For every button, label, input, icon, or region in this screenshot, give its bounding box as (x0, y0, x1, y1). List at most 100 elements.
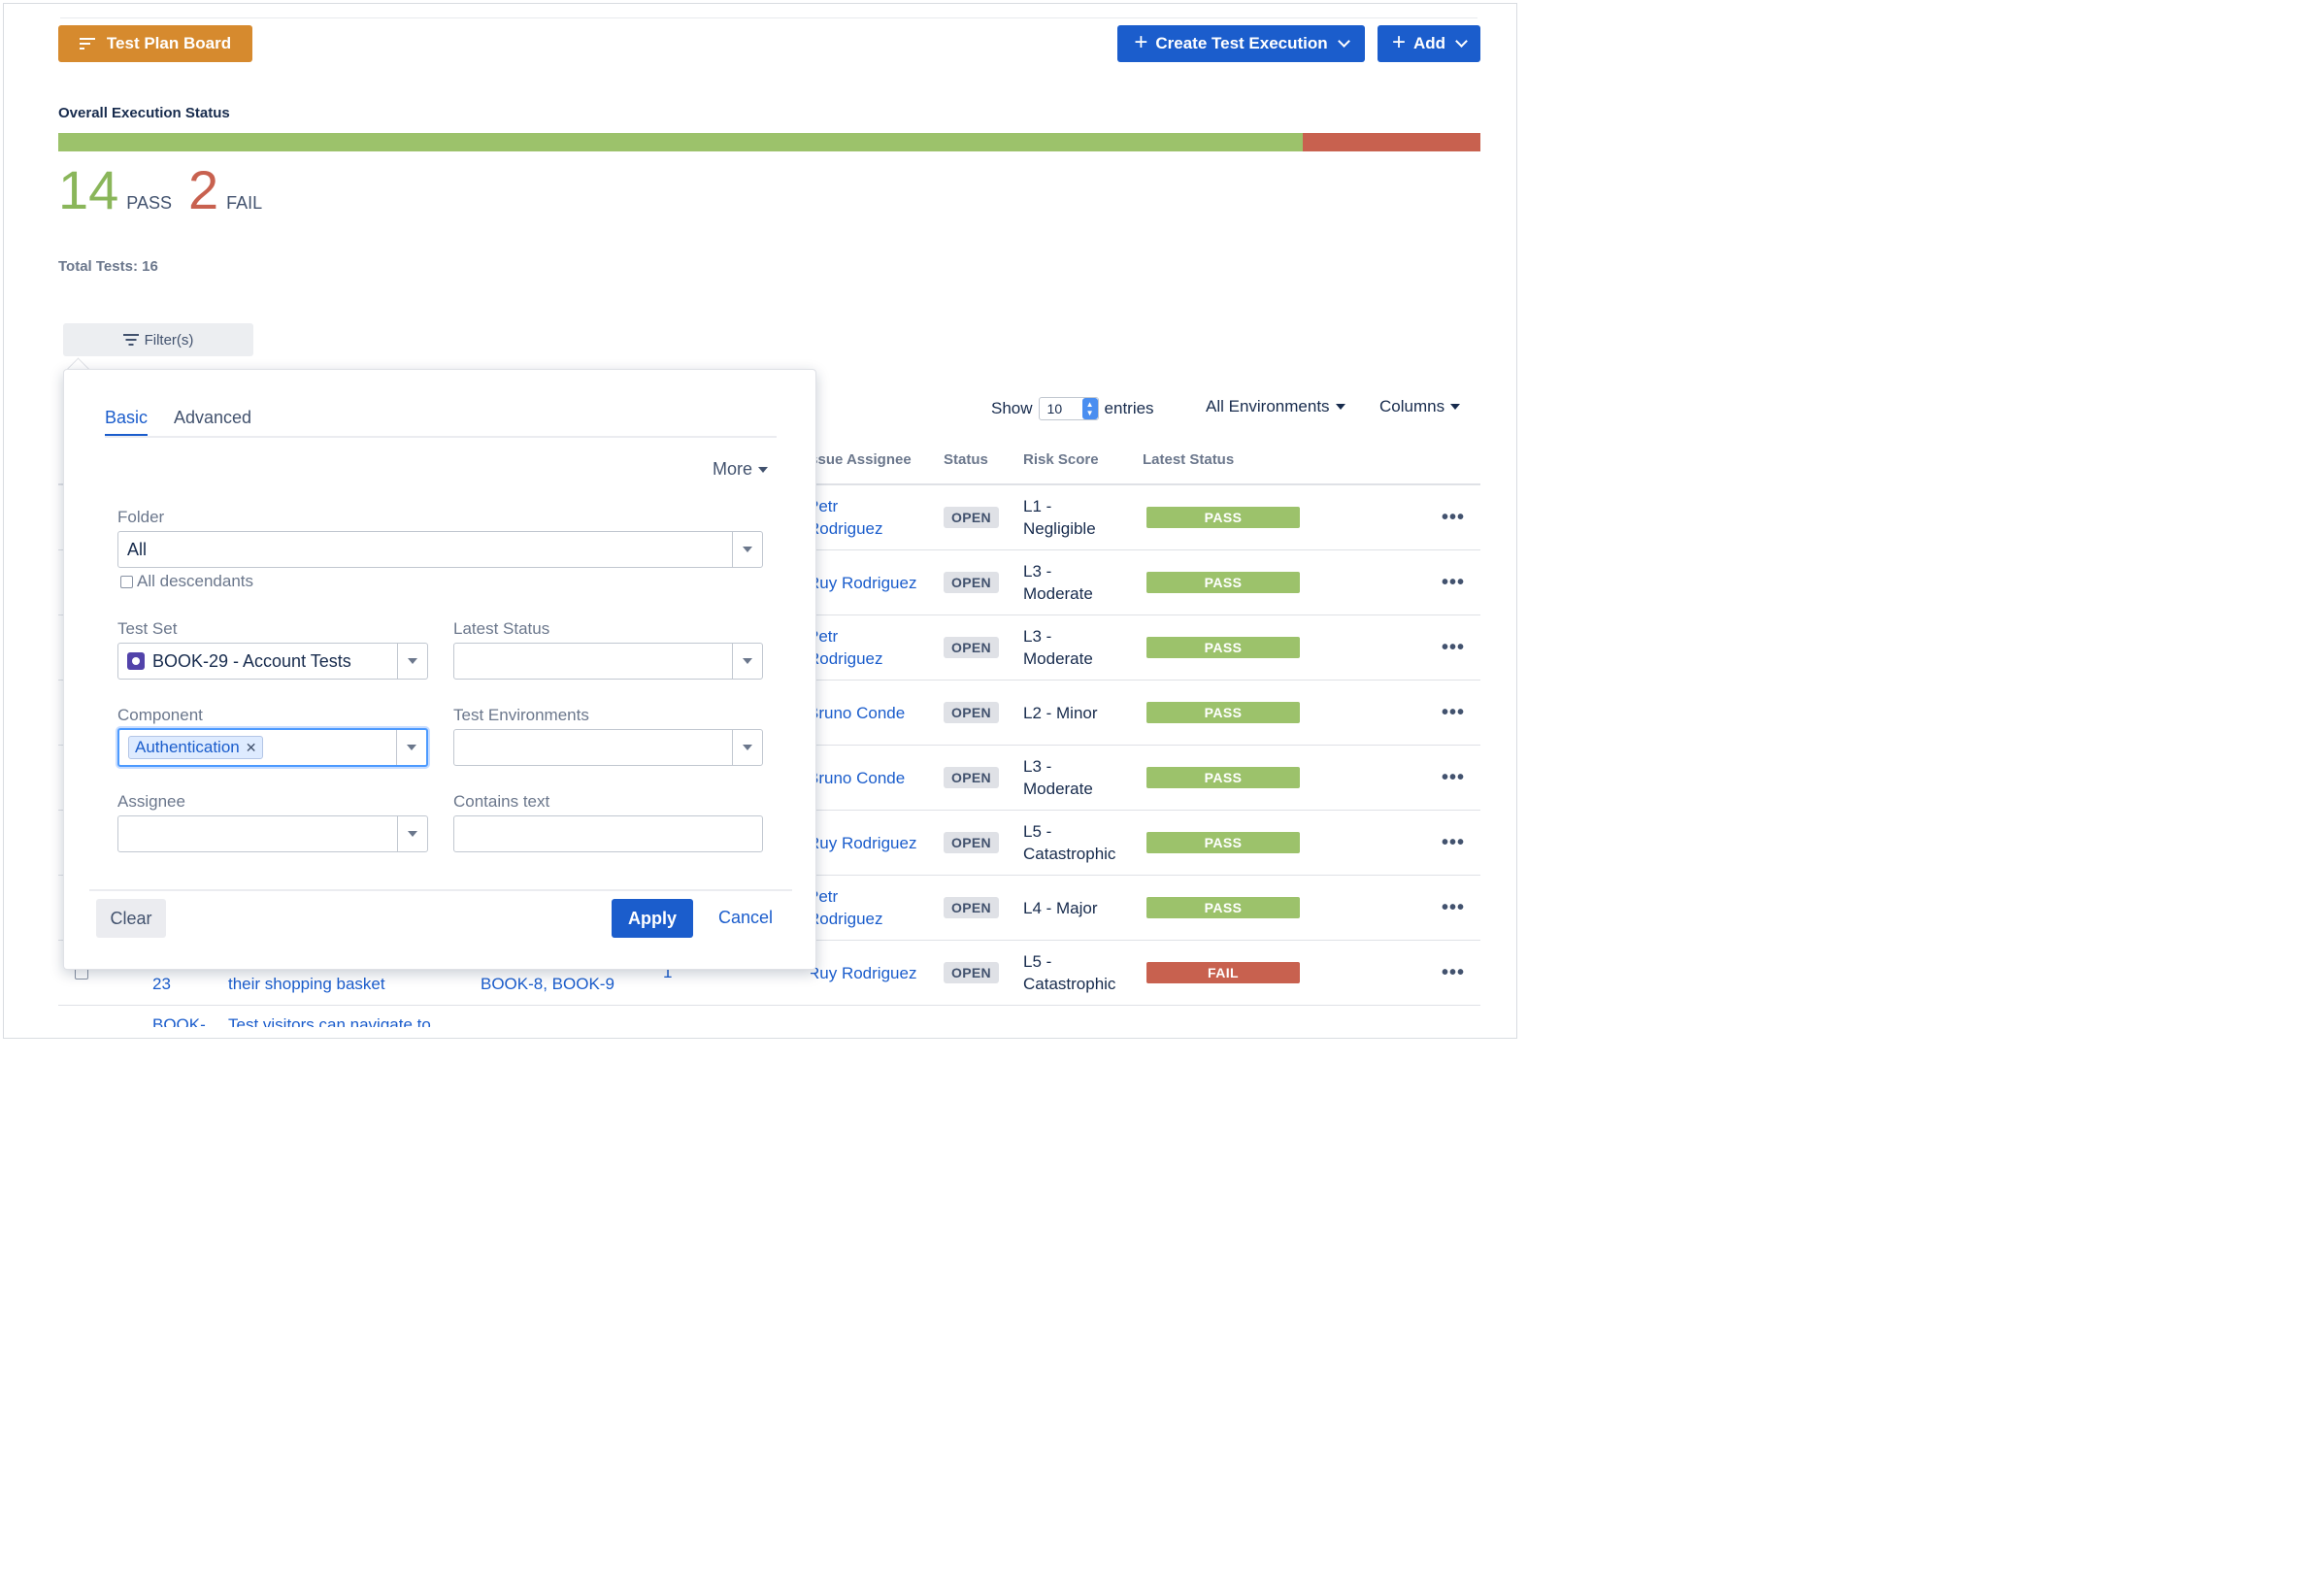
clear-button[interactable]: Clear (96, 899, 166, 938)
caret-down-icon (758, 466, 769, 473)
apply-button[interactable]: Apply (612, 899, 693, 938)
status-cell: OPEN (944, 615, 999, 680)
latest-status-badge: PASS (1146, 702, 1300, 723)
environments-dropdown[interactable]: All Environments (1206, 397, 1345, 416)
all-descendants-checkbox[interactable] (120, 575, 133, 588)
assignee-cell[interactable]: Bruno Conde (811, 746, 937, 810)
status-badge: OPEN (944, 832, 999, 853)
contains-text-input[interactable] (453, 815, 763, 852)
filters-button[interactable]: Filter(s) (63, 323, 253, 356)
latest-status-cell: PASS (1146, 550, 1300, 614)
component-tag[interactable]: Authentication ✕ (128, 736, 264, 759)
show-label: Show (991, 399, 1033, 417)
row-actions-icon[interactable]: ••• (1442, 485, 1465, 549)
assignee-cell[interactable]: Ruy Rodriguez (811, 941, 937, 1005)
status-cell: OPEN (944, 811, 999, 875)
filter-footer-divider (89, 889, 792, 891)
assignee-cell[interactable]: Ruy Rodriguez (811, 811, 937, 875)
assignee-cell[interactable]: Ruy Rodriguez (811, 550, 937, 614)
header-latest-status[interactable]: Latest Status (1143, 451, 1234, 468)
component-tag-label: Authentication (135, 738, 240, 756)
columns-dropdown[interactable]: Columns (1379, 397, 1461, 416)
tab-basic[interactable]: Basic (105, 408, 149, 436)
row-summary-partial[interactable]: their shopping basket (228, 975, 385, 994)
row-actions-icon[interactable]: ••• (1442, 550, 1465, 614)
overall-execution-title: Overall Execution Status (58, 105, 230, 121)
row-key-partial[interactable]: 23 (152, 975, 171, 994)
row-actions-icon[interactable]: ••• (1442, 746, 1465, 810)
filter-panel: Basic Advanced More Folder All All desce… (63, 369, 816, 970)
execution-progress-bar (58, 133, 1480, 151)
latest-status-cell: PASS (1146, 485, 1300, 549)
row-actions-icon[interactable]: ••• (1442, 811, 1465, 875)
assignee-cell[interactable]: Petr Rodriguez (811, 485, 937, 549)
board-icon (79, 38, 95, 50)
progress-pass-segment (58, 133, 1303, 151)
assignee-cell[interactable]: Petr Rodriguez (811, 615, 937, 680)
test-set-icon (127, 652, 145, 670)
test-plan-board-label: Test Plan Board (106, 34, 232, 52)
test-plan-board-button[interactable]: Test Plan Board (58, 25, 252, 62)
latest-status-badge: PASS (1146, 832, 1300, 853)
latest-status-cell: PASS (1146, 876, 1300, 940)
latest-status-badge: PASS (1146, 507, 1300, 528)
caret-down-icon (1450, 404, 1461, 410)
environments-label: All Environments (1206, 397, 1330, 415)
folder-label: Folder (117, 508, 165, 526)
status-badge: OPEN (944, 507, 999, 528)
row-actions-icon[interactable]: ••• (1442, 941, 1465, 1005)
test-plan-page: Test Plan Board + Create Test Execution … (3, 3, 1517, 1039)
tab-advanced[interactable]: Advanced (174, 408, 251, 428)
latest-status-badge: PASS (1146, 637, 1300, 658)
status-badge: OPEN (944, 767, 999, 788)
assignee-label: Assignee (117, 792, 185, 811)
latest-status-cell: PASS (1146, 811, 1300, 875)
test-environments-select[interactable] (453, 729, 763, 766)
plus-icon: + (1134, 29, 1148, 55)
latest-status-select[interactable] (453, 643, 763, 680)
status-cell: OPEN (944, 550, 999, 614)
row-actions-icon[interactable]: ••• (1442, 876, 1465, 940)
all-descendants-label: All descendants (137, 572, 254, 590)
add-label: Add (1412, 34, 1446, 52)
row-key-partial[interactable]: BOOK- (152, 1015, 206, 1027)
assignee-select[interactable] (117, 815, 428, 852)
folder-value: All (127, 539, 148, 559)
close-icon[interactable]: ✕ (246, 740, 257, 756)
status-cell: OPEN (944, 876, 999, 940)
row-summary-partial[interactable]: Test visitors can navigate to (228, 1015, 431, 1027)
assignee-cell[interactable]: Bruno Conde (811, 681, 937, 745)
contains-text-label: Contains text (453, 792, 550, 811)
entries-label: entries (1104, 399, 1154, 417)
risk-cell: L5 - Catastrophic (1023, 952, 1116, 993)
test-environments-label: Test Environments (453, 706, 589, 724)
header-risk-score[interactable]: Risk Score (1023, 451, 1099, 468)
show-entries-control: Show 10 ▲ ▼ entries (991, 397, 1154, 420)
row-actions-icon[interactable]: ••• (1442, 681, 1465, 745)
cancel-button[interactable]: Cancel (718, 908, 773, 928)
folder-select[interactable]: All (117, 531, 763, 568)
test-set-label: Test Set (117, 619, 178, 638)
row-requirements-partial[interactable]: BOOK-8, BOOK-9 (481, 975, 614, 994)
status-badge: OPEN (944, 962, 999, 983)
header-status[interactable]: Status (944, 451, 988, 468)
create-test-execution-button[interactable]: + Create Test Execution (1117, 25, 1365, 62)
add-button[interactable]: + Add (1378, 25, 1480, 62)
caret-down-icon (732, 532, 762, 567)
more-dropdown[interactable]: More (713, 459, 769, 480)
create-test-execution-label: Create Test Execution (1155, 34, 1328, 52)
test-set-value: BOOK-29 - Account Tests (152, 650, 351, 671)
component-select[interactable]: Authentication ✕ (117, 728, 428, 767)
row-actions-icon[interactable]: ••• (1442, 615, 1465, 680)
caret-down-icon (732, 730, 762, 765)
status-cell: OPEN (944, 746, 999, 810)
status-badge: OPEN (944, 637, 999, 658)
pass-count: 14 (58, 159, 119, 220)
header-issue-assignee[interactable]: Issue Assignee (806, 451, 927, 468)
entries-select[interactable]: 10 ▲ ▼ (1038, 397, 1099, 420)
test-set-select[interactable]: BOOK-29 - Account Tests (117, 643, 428, 680)
all-descendants-option[interactable]: All descendants (120, 572, 253, 591)
assignee-cell[interactable]: Petr Rodriguez (811, 876, 937, 940)
latest-status-cell: FAIL (1146, 941, 1300, 1005)
risk-cell: L4 - Major (1023, 898, 1098, 917)
